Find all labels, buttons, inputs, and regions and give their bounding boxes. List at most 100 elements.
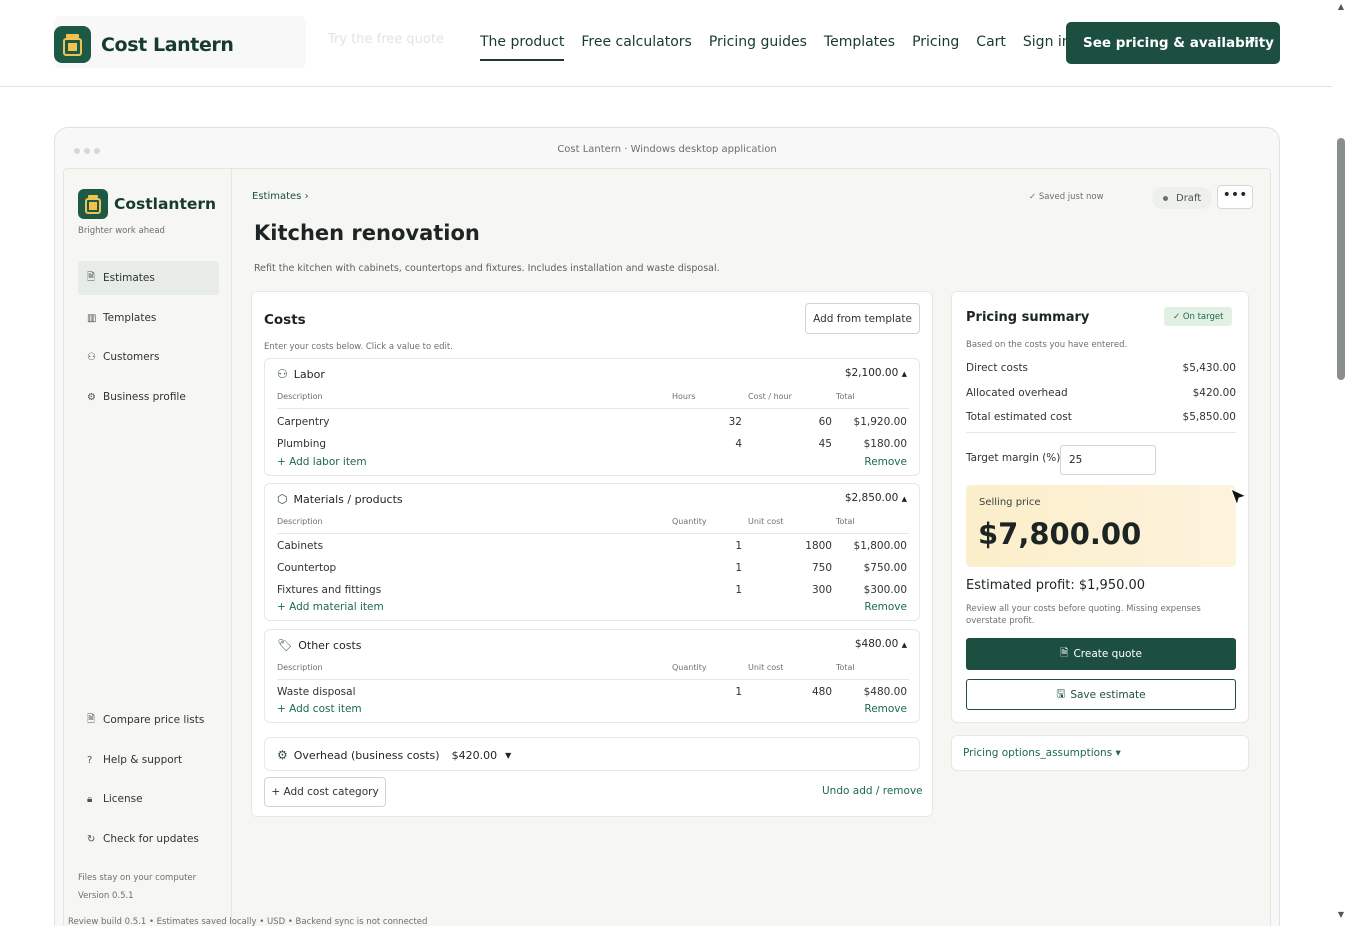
row-quantity[interactable]: 1 (692, 584, 742, 596)
column-header: Quantity (672, 517, 707, 526)
sidebar-item-help[interactable]: ? Help & support (78, 743, 219, 777)
sidebar-item-customers[interactable]: ⚇ Customers (78, 340, 219, 374)
group-header[interactable]: 🏷︎ Other costs (277, 638, 362, 652)
group-total[interactable]: $480.00 ▲ (855, 638, 907, 650)
row-unit-cost[interactable]: 750 (772, 562, 832, 574)
row-description[interactable]: Plumbing (277, 438, 326, 450)
nav-pricing-guides[interactable]: Pricing guides (709, 34, 807, 61)
nav-templates[interactable]: Templates (824, 34, 895, 61)
group-header[interactable]: ⚇ Labor (277, 367, 325, 381)
lock-icon: 🔒︎ (87, 793, 93, 805)
columns-icon: ▥ (87, 312, 97, 324)
row-description[interactable]: Carpentry (277, 416, 330, 428)
materials-group: ⬡ Materials / products $2,850.00 ▲ Descri… (264, 483, 920, 621)
see-pricing-button[interactable]: See pricing & availability ↗ (1066, 22, 1280, 64)
arrow-up-right-icon: ↗ (1244, 34, 1256, 50)
row-unit-cost[interactable]: 1800 (772, 540, 832, 552)
add-material-item-link[interactable]: + Add material item (277, 601, 384, 613)
nav-free-calculators[interactable]: Free calculators (581, 34, 691, 61)
row-unit-cost[interactable]: 60 (772, 416, 832, 428)
sidebar-item-templates[interactable]: ▥ Templates (78, 301, 219, 335)
row-unit-cost[interactable]: 480 (772, 686, 832, 698)
divider (277, 533, 909, 534)
add-cost-category-button[interactable]: + Add cost category (264, 777, 386, 807)
sidebar-item-compare-price-lists[interactable]: 🗎 Compare price lists (78, 703, 219, 737)
scroll-thumb[interactable] (1337, 138, 1345, 380)
document-icon: 🗎 (87, 271, 96, 283)
sidebar-item-check-updates[interactable]: ↻ Check for updates (78, 822, 219, 856)
summary-row-label: Direct costs (966, 362, 1029, 374)
sidebar-item-license[interactable]: 🔒︎ License (78, 782, 219, 816)
add-cost-item-link[interactable]: + Add cost item (277, 703, 362, 715)
sidebar-item-business-profile[interactable]: ⚙ Business profile (78, 380, 219, 414)
summary-note: Based on the costs you have entered. (966, 340, 1128, 350)
scroll-down-icon[interactable]: ▼ (1338, 910, 1344, 919)
site-brand[interactable]: Cost Lantern (54, 26, 234, 63)
add-from-template-button[interactable]: Add from template (805, 303, 920, 334)
lantern-logo-icon (78, 189, 108, 219)
app-brand: Costlantern (78, 189, 216, 219)
overhead-label: Overhead (business costs) (293, 748, 440, 762)
summary-row-value: $420.00 (1192, 387, 1236, 399)
row-description[interactable]: Fixtures and fittings (277, 584, 381, 596)
row-unit-cost[interactable]: 300 (772, 584, 832, 596)
nav-sign-in[interactable]: Sign in (1023, 34, 1071, 61)
more-options-button[interactable]: ••• (1217, 185, 1253, 209)
labor-group: ⚇ Labor $2,100.00 ▲ Description Hours Cos… (264, 358, 920, 476)
breadcrumb[interactable]: Estimates › (252, 191, 309, 202)
row-hours[interactable]: 32 (692, 416, 742, 428)
estimate-main: Estimates › ✓ Saved just now Draft ••• K… (232, 169, 1272, 926)
sidebar-item-estimates[interactable]: 🗎 Estimates (78, 261, 219, 295)
sidebar-item-label: Customers (103, 351, 160, 363)
overhead-header[interactable]: ⚙ Overhead (business costs) $420.00 ▼ (277, 748, 511, 762)
row-description[interactable]: Waste disposal (277, 686, 356, 698)
group-total[interactable]: $2,100.00 ▲ (845, 367, 907, 379)
row-hours[interactable]: 4 (692, 438, 742, 450)
group-total-value: $2,850.00 (844, 492, 899, 504)
undo-link[interactable]: Undo add / remove (822, 785, 923, 797)
target-margin-input[interactable]: 25 (1060, 445, 1156, 475)
target-margin-label: Target margin (%) (966, 452, 1061, 464)
caret-down-icon: ▼ (505, 750, 512, 760)
create-quote-label: Create quote (1073, 648, 1142, 660)
breadcrumb-estimates[interactable]: Estimates (252, 191, 301, 202)
group-header[interactable]: ⬡ Materials / products (277, 492, 403, 506)
row-description[interactable]: Cabinets (277, 540, 323, 552)
save-icon: 🖫 (1056, 687, 1066, 700)
nav-pricing[interactable]: Pricing (912, 34, 959, 61)
scroll-up-icon[interactable]: ▲ (1338, 2, 1344, 11)
sidebar-item-label: Estimates (103, 272, 155, 284)
create-quote-button[interactable]: 🗎 Create quote (966, 638, 1236, 670)
status-badge-label: Draft (1176, 192, 1202, 204)
divider (277, 408, 909, 409)
remove-link[interactable]: Remove (837, 703, 907, 715)
costs-hint: Enter your costs below. Click a value to… (264, 342, 453, 352)
row-quantity[interactable]: 1 (692, 562, 742, 574)
main-nav: The product Free calculators Pricing gui… (480, 34, 1088, 61)
save-estimate-button[interactable]: 🖫 Save estimate (966, 679, 1236, 710)
row-total: $480.00 (863, 686, 907, 698)
other-costs-group: 🏷︎ Other costs $480.00 ▲ Description Quan… (264, 629, 920, 723)
pricing-options-toggle[interactable]: Pricing options_assumptions ▾ (951, 735, 1249, 771)
row-description[interactable]: Countertop (277, 562, 336, 574)
nav-the-product[interactable]: The product (480, 34, 565, 61)
column-header: Cost / hour (748, 392, 792, 401)
row-unit-cost[interactable]: 45 (772, 438, 832, 450)
remove-link[interactable]: Remove (837, 601, 907, 613)
app-tagline: Brighter work ahead (78, 226, 165, 236)
add-labor-item-link[interactable]: + Add labor item (277, 456, 367, 468)
nav-cart[interactable]: Cart (976, 34, 1006, 61)
remove-link[interactable]: Remove (837, 456, 907, 468)
page-title[interactable]: Kitchen renovation (254, 221, 480, 245)
app-brand-name: Costlantern (114, 195, 217, 213)
overhead-group[interactable]: ⚙ Overhead (business costs) $420.00 ▼ (264, 737, 920, 771)
row-quantity[interactable]: 1 (692, 686, 742, 698)
group-name: Other costs (298, 638, 362, 652)
group-total[interactable]: $2,850.00 ▲ (845, 492, 907, 504)
summary-row-label: Total estimated cost (966, 411, 1072, 423)
group-name: Materials / products (293, 492, 403, 506)
row-quantity[interactable]: 1 (692, 540, 742, 552)
page-scrollbar[interactable]: ▲ ▼ (1332, 0, 1348, 926)
divider (277, 679, 909, 680)
estimate-description[interactable]: Refit the kitchen with cabinets, counter… (254, 263, 720, 274)
